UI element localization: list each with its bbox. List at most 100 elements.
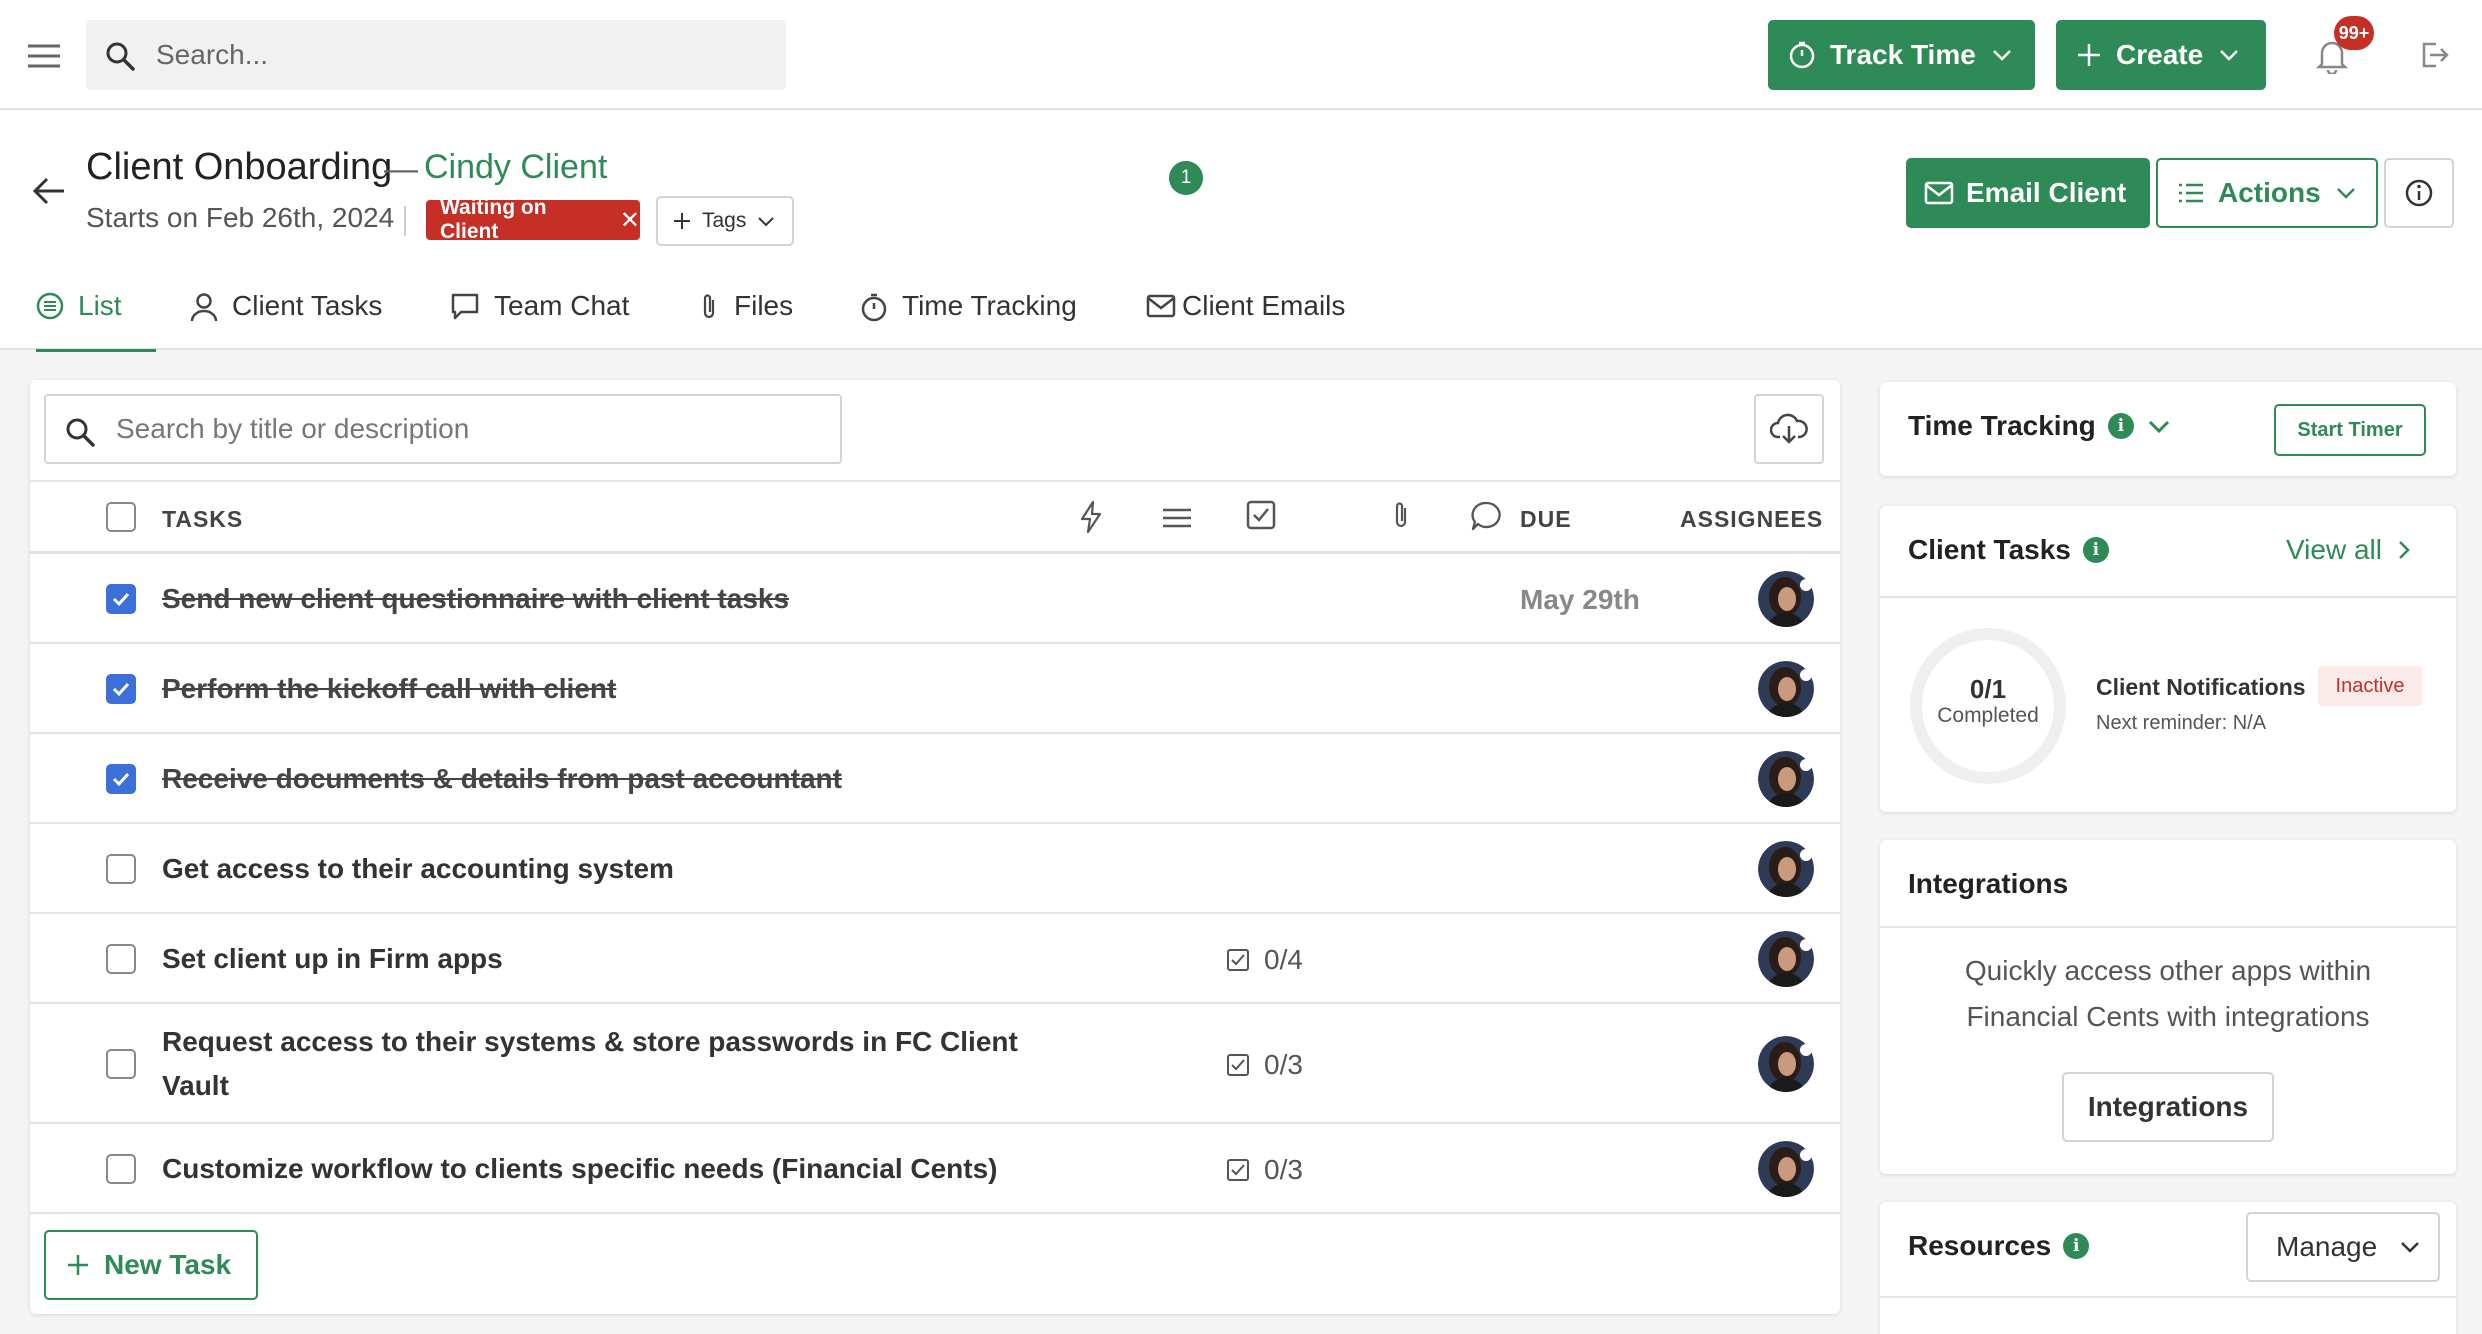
global-search[interactable] (86, 20, 786, 90)
avatar[interactable] (1758, 1036, 1814, 1092)
lightning-icon[interactable] (1078, 500, 1104, 534)
task-checkbox[interactable] (106, 1154, 136, 1184)
integrations-description: Quickly access other apps within Financi… (1964, 955, 2372, 1032)
status-badge-label: Waiting on Client (440, 196, 547, 243)
card-title: Time Tracking (1908, 410, 2096, 441)
avatar[interactable] (1758, 1141, 1814, 1197)
tab-time-tracking[interactable]: Time Tracking (860, 274, 1077, 350)
search-icon (104, 40, 136, 72)
task-checkbox[interactable] (106, 944, 136, 974)
task-checkbox[interactable] (106, 674, 136, 704)
actions-button[interactable]: Actions (2156, 158, 2378, 228)
status-badge[interactable]: Waiting on Client ✕ (426, 196, 640, 243)
avatar[interactable] (1758, 931, 1814, 987)
task-search-input[interactable] (116, 396, 816, 462)
task-checkbox[interactable] (106, 584, 136, 614)
tab-client-tasks[interactable]: Client Tasks (190, 274, 382, 350)
card-divider (1880, 1296, 2456, 1298)
create-button[interactable]: Create (2056, 20, 2266, 90)
track-time-button[interactable]: Track Time (1768, 20, 2035, 90)
close-icon[interactable]: ✕ (620, 206, 640, 235)
hamburger-menu-icon[interactable] (26, 38, 62, 74)
plus-icon (66, 1253, 90, 1277)
resources-card: Resources i Manage (1880, 1202, 2456, 1334)
task-row[interactable]: Request access to their systems & store … (30, 1004, 1840, 1124)
description-lines-icon[interactable] (1162, 506, 1192, 530)
task-row[interactable]: Customize workflow to clients specific n… (30, 1124, 1840, 1214)
avatar[interactable] (1758, 661, 1814, 717)
new-task-label: New Task (104, 1249, 232, 1280)
integrations-title: Integrations (1908, 868, 2068, 900)
task-title[interactable]: Set client up in Firm apps (162, 937, 503, 981)
status-badge: Inactive (2318, 666, 2422, 706)
email-client-button[interactable]: Email Client (1906, 158, 2150, 228)
task-search[interactable] (44, 394, 842, 464)
tab-list[interactable]: List (36, 274, 156, 352)
task-checkbox[interactable] (106, 854, 136, 884)
avatar[interactable] (1758, 571, 1814, 627)
tab-label: Team Chat (494, 290, 630, 321)
task-row[interactable]: Receive documents & details from past ac… (30, 734, 1840, 824)
task-row[interactable]: Perform the kickoff call with client (30, 644, 1840, 734)
global-search-input[interactable] (156, 20, 756, 90)
paperclip-icon[interactable] (1390, 500, 1412, 532)
card-title: Client Tasks (1908, 534, 2071, 565)
checklist-icon[interactable] (1246, 500, 1276, 530)
project-header: Client Onboarding — Cindy Client Starts … (0, 110, 2482, 352)
back-arrow-icon[interactable] (32, 176, 66, 206)
task-row[interactable]: Set client up in Firm apps 0/4 (30, 914, 1840, 1004)
task-row[interactable]: Send new client questionnaire with clien… (30, 554, 1840, 644)
task-title[interactable]: Get access to their accounting system (162, 847, 674, 891)
manage-label: Manage (2276, 1231, 2378, 1262)
logout-icon[interactable] (2420, 40, 2450, 70)
new-task-button[interactable]: New Task (44, 1230, 258, 1300)
chevron-down-icon (2217, 43, 2241, 67)
subtask-progress: 0/3 (1226, 1049, 1303, 1081)
completed-label: Completed (1937, 704, 2039, 727)
tab-label: List (78, 290, 122, 321)
select-all-checkbox[interactable] (106, 502, 136, 532)
download-button[interactable] (1754, 394, 1824, 464)
manage-button[interactable]: Manage (2246, 1212, 2440, 1282)
integrations-button[interactable]: Integrations (2062, 1072, 2274, 1142)
client-tasks-card: Client Tasks i View all 0/1 Completed Cl… (1880, 506, 2456, 812)
page-title: Client Onboarding (86, 146, 393, 188)
info-icon[interactable]: i (2107, 413, 2134, 439)
info-button[interactable] (2384, 158, 2454, 228)
person-icon (190, 292, 218, 322)
resources-title: Resources i (1908, 1230, 2090, 1262)
task-title[interactable]: Receive documents & details from past ac… (162, 757, 842, 801)
start-date: Starts on Feb 26th, 2024 (86, 202, 395, 233)
task-title[interactable]: Send new client questionnaire with clien… (162, 577, 789, 621)
avatar[interactable] (1758, 751, 1814, 807)
column-header-tasks: TASKS (162, 506, 244, 532)
view-all-label: View all (2286, 534, 2382, 565)
task-row[interactable]: Get access to their accounting system (30, 824, 1840, 914)
tags-label: Tags (702, 209, 747, 232)
completed-count: 0/1 (1969, 674, 2007, 704)
card-title: Integrations (1908, 868, 2069, 899)
tab-team-chat[interactable]: Team Chat (450, 274, 629, 350)
subtask-progress: 0/3 (1226, 1154, 1303, 1186)
paperclip-icon (698, 292, 720, 322)
tags-button[interactable]: Tags (656, 196, 794, 246)
chevron-down-icon[interactable] (2146, 413, 2172, 439)
info-icon[interactable]: i (2082, 537, 2109, 563)
task-title[interactable]: Perform the kickoff call with client (162, 667, 616, 711)
actions-label: Actions (2218, 177, 2321, 208)
task-title[interactable]: Request access to their systems & store … (162, 1020, 1022, 1108)
client-name-link[interactable]: Cindy Client (424, 148, 607, 187)
tab-client-emails[interactable]: Client Emails (1146, 274, 1345, 350)
view-all-link[interactable]: View all (2286, 534, 2412, 566)
task-checkbox[interactable] (106, 764, 136, 794)
track-time-label: Track Time (1830, 39, 1976, 70)
avatar[interactable] (1758, 841, 1814, 897)
tab-label: Client Emails (1182, 290, 1346, 321)
comment-icon[interactable] (1470, 500, 1502, 532)
info-icon[interactable]: i (2063, 1233, 2090, 1259)
tab-files[interactable]: Files (698, 274, 793, 350)
checklist-icon (1227, 949, 1249, 971)
task-checkbox[interactable] (106, 1049, 136, 1079)
start-timer-button[interactable]: Start Timer (2274, 404, 2426, 456)
task-title[interactable]: Customize workflow to clients specific n… (162, 1147, 998, 1191)
